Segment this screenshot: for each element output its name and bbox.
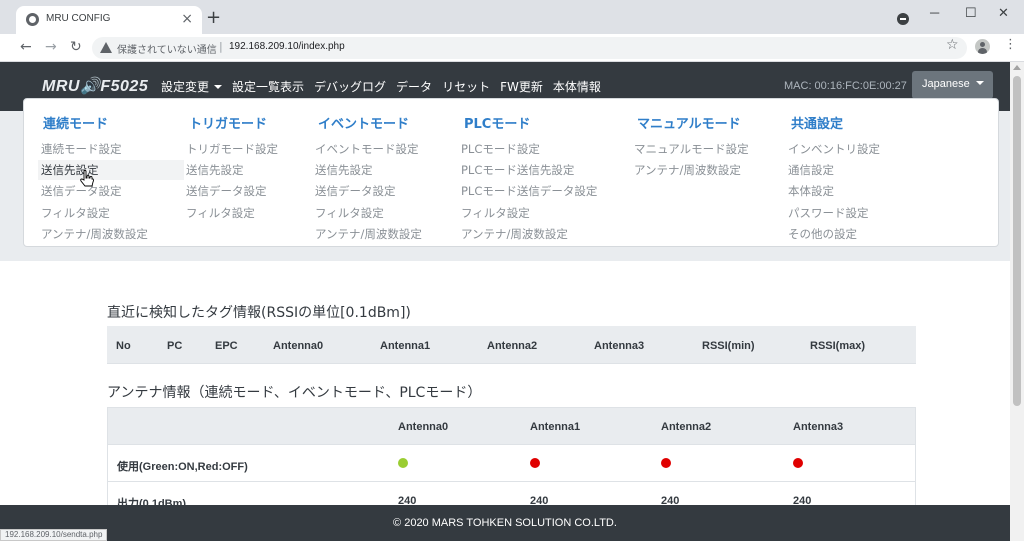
- menu-header: 連続モード: [43, 117, 109, 132]
- menu-item[interactable]: トリガモード設定: [186, 141, 278, 157]
- column-header: PC: [167, 340, 183, 352]
- menu-item[interactable]: 送信データ設定: [315, 183, 396, 199]
- insecure-label[interactable]: 保護されていない通信: [117, 41, 217, 56]
- column-header: Antenna2: [487, 340, 538, 352]
- nav-debug-log[interactable]: デバッグログ: [314, 78, 386, 95]
- menu-item[interactable]: 送信先設定: [315, 162, 373, 178]
- menu-header: マニュアルモード: [637, 117, 741, 132]
- tag-table-header: No PC EPC Antenna0 Antenna1 Antenna2 Ant…: [107, 326, 916, 364]
- column-header: Antenna2: [661, 421, 712, 433]
- scroll-up-arrow-icon[interactable]: [1013, 65, 1021, 70]
- column-header: Antenna1: [380, 340, 431, 352]
- menu-item[interactable]: フィルタ設定: [41, 205, 110, 221]
- reload-button[interactable]: ↻: [70, 38, 82, 56]
- nav-fw-update[interactable]: FW更新: [500, 78, 543, 95]
- column-header: Antenna1: [530, 421, 581, 433]
- url-text[interactable]: 192.168.209.10/index.php: [229, 41, 345, 52]
- column-header: Antenna3: [594, 340, 645, 352]
- nav-reset[interactable]: リセット: [442, 78, 490, 95]
- column-header: Antenna0: [398, 421, 449, 433]
- menu-item[interactable]: PLCモード設定: [461, 141, 540, 157]
- menu-item[interactable]: アンテナ/周波数設定: [315, 226, 422, 242]
- nav-device-info[interactable]: 本体情報: [553, 78, 601, 95]
- nav-settings-list[interactable]: 設定一覧表示: [232, 78, 304, 95]
- settings-mega-menu: 連続モード 連続モード設定 送信先設定 送信データ設定 フィルタ設定 アンテナ/…: [23, 98, 999, 247]
- menu-item[interactable]: フィルタ設定: [186, 205, 255, 221]
- scroll-thumb[interactable]: [1013, 76, 1021, 406]
- menu-item[interactable]: アンテナ/周波数設定: [634, 162, 741, 178]
- page-scrollbar[interactable]: [1010, 62, 1024, 541]
- menu-header: 共通設定: [791, 117, 844, 132]
- menu-item[interactable]: 送信先設定: [186, 162, 244, 178]
- globe-icon: [26, 13, 39, 26]
- menu-item[interactable]: インベントリ設定: [788, 141, 880, 157]
- tab-title: MRU CONFIG: [46, 13, 111, 24]
- address-bar[interactable]: 保護されていない通信 | 192.168.209.10/index.php: [92, 37, 967, 59]
- status-dot-antenna3: [793, 458, 803, 468]
- table-row: 使用(Green:ON,Red:OFF): [108, 445, 915, 482]
- language-dropdown[interactable]: Japanese: [912, 71, 993, 99]
- forward-button[interactable]: →: [45, 38, 57, 56]
- menu-item[interactable]: PLCモード送信先設定: [461, 162, 574, 178]
- mac-address: MAC: 00:16:FC:0E:00:27: [784, 80, 907, 92]
- menu-item[interactable]: フィルタ設定: [461, 205, 530, 221]
- menu-item[interactable]: パスワード設定: [788, 205, 869, 221]
- maximize-button[interactable]: ☐: [965, 5, 977, 21]
- browser-menu-icon[interactable]: ⋮: [1004, 38, 1017, 52]
- column-header: RSSI(max): [810, 340, 866, 352]
- column-header: No: [116, 340, 131, 352]
- bookmark-star-icon[interactable]: ☆: [946, 37, 959, 53]
- copyright-text: © 2020 MARS TOHKEN SOLUTION CO.LTD.: [393, 517, 617, 529]
- menu-item[interactable]: アンテナ/周波数設定: [461, 226, 568, 242]
- column-header: RSSI(min): [702, 340, 755, 352]
- close-window-button[interactable]: ✕: [998, 5, 1009, 21]
- back-button[interactable]: ←: [20, 38, 32, 56]
- menu-header: PLCモード: [464, 117, 531, 132]
- browser-tab[interactable]: MRU CONFIG ×: [16, 6, 202, 34]
- media-control-icon[interactable]: [897, 13, 909, 25]
- menu-item[interactable]: マニュアルモード設定: [634, 141, 749, 157]
- column-header: EPC: [215, 340, 238, 352]
- chevron-down-icon: [214, 85, 223, 89]
- page-viewport: MRU🔊F5025 設定変更 設定一覧表示 デバッグログ データ リセット FW…: [0, 62, 1010, 541]
- close-tab-icon[interactable]: ×: [181, 10, 193, 28]
- menu-item[interactable]: フィルタ設定: [315, 205, 384, 221]
- status-dot-antenna0: [398, 458, 408, 468]
- menu-item[interactable]: 連続モード設定: [41, 141, 122, 157]
- status-dot-antenna1: [530, 458, 540, 468]
- nav-links: 設定変更 設定一覧表示 デバッグログ データ リセット FW更新 本体情報: [161, 78, 611, 95]
- menu-item-hovered[interactable]: 送信先設定: [38, 160, 184, 180]
- tag-section-title: 直近に検知したタグ情報(RSSIの単位[0.1dBm]): [107, 305, 411, 321]
- column-header: Antenna3: [793, 421, 844, 433]
- minimize-button[interactable]: ─: [930, 5, 939, 20]
- status-url-bar: 192.168.209.10/sendta.php: [0, 529, 108, 541]
- chevron-down-icon: [975, 81, 984, 85]
- menu-item[interactable]: 送信データ設定: [186, 183, 267, 199]
- profile-avatar-icon[interactable]: [975, 39, 990, 54]
- menu-header: イベントモード: [318, 117, 410, 132]
- antenna-table-header: Antenna0 Antenna1 Antenna2 Antenna3: [108, 408, 915, 445]
- row-label: 使用(Green:ON,Red:OFF): [117, 461, 248, 473]
- menu-item[interactable]: その他の設定: [788, 226, 857, 242]
- address-separator: |: [219, 40, 223, 53]
- status-dot-antenna2: [661, 458, 671, 468]
- column-header: Antenna0: [273, 340, 324, 352]
- menu-item[interactable]: 通信設定: [788, 162, 834, 178]
- menu-header: トリガモード: [189, 117, 268, 132]
- browser-tab-strip: MRU CONFIG × + ─ ☐ ✕: [0, 0, 1024, 34]
- nav-settings-change[interactable]: 設定変更: [161, 78, 223, 95]
- warning-icon[interactable]: [100, 42, 112, 53]
- menu-item[interactable]: アンテナ/周波数設定: [41, 226, 148, 242]
- page-footer: © 2020 MARS TOHKEN SOLUTION CO.LTD.: [0, 505, 1010, 541]
- antenna-section-title: アンテナ情報（連続モード、イベントモード、PLCモード）: [107, 385, 482, 401]
- menu-item[interactable]: PLCモード送信データ設定: [461, 183, 597, 199]
- hand-cursor-icon: [80, 170, 94, 187]
- menu-item[interactable]: 本体設定: [788, 183, 834, 199]
- menu-item[interactable]: イベントモード設定: [315, 141, 419, 157]
- browser-toolbar: ← → ↻ 保護されていない通信 | 192.168.209.10/index.…: [0, 34, 1024, 62]
- brand-logo[interactable]: MRU🔊F5025: [42, 76, 148, 96]
- new-tab-button[interactable]: +: [206, 8, 221, 28]
- nav-data[interactable]: データ: [396, 78, 432, 95]
